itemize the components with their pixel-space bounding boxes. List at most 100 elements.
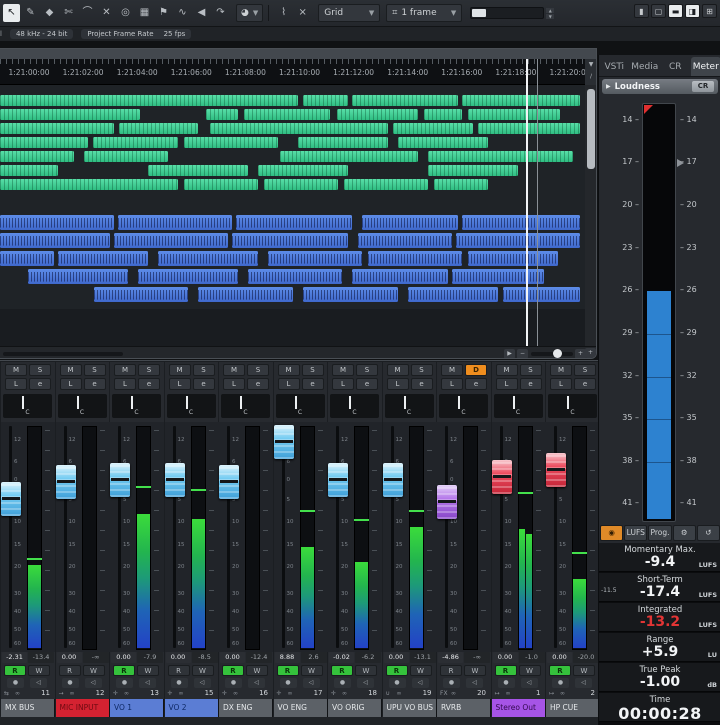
pan-control[interactable]: C (112, 394, 161, 418)
write-automation-button[interactable]: W (246, 665, 268, 676)
zoom-slider-thumb[interactable] (553, 349, 562, 358)
track-event-display[interactable] (0, 85, 585, 346)
midi-clip[interactable] (148, 165, 248, 176)
midi-clip[interactable] (398, 137, 488, 148)
meter-power-button[interactable]: ◉ (600, 525, 624, 541)
gain-value[interactable]: 0.00 (56, 652, 82, 663)
fader-handle[interactable] (437, 485, 457, 519)
audio-clip[interactable] (28, 269, 128, 284)
monitor-button[interactable]: ◁ (193, 678, 211, 688)
record-enable-button[interactable]: ● (225, 678, 242, 688)
edit-channel-button[interactable]: e (410, 378, 433, 390)
fader-track[interactable] (9, 426, 12, 648)
fader-handle[interactable] (382, 463, 403, 497)
read-automation-button[interactable]: R (222, 665, 244, 676)
channel-name[interactable]: MIC INPUT (55, 699, 110, 717)
fader-track[interactable] (172, 426, 176, 648)
edit-channel-button[interactable]: e (574, 378, 596, 390)
midi-clip[interactable] (462, 95, 580, 106)
midi-clip[interactable] (478, 123, 580, 134)
window-zone-left-button[interactable]: ▮ (634, 4, 649, 18)
midi-clip[interactable] (0, 123, 114, 134)
scroll-corner-button[interactable]: + (585, 348, 596, 358)
read-automation-button[interactable]: R (58, 665, 81, 676)
listen-button[interactable]: L (495, 378, 518, 390)
vertical-scrollbar-thumb[interactable] (587, 89, 595, 169)
pan-control[interactable]: C (439, 394, 488, 418)
mute-button[interactable]: M (168, 364, 191, 376)
midi-clip[interactable] (303, 95, 348, 106)
meter-settings-button[interactable]: ⚙ (672, 525, 696, 541)
write-automation-button[interactable]: W (355, 665, 377, 676)
audio-clip[interactable] (456, 233, 580, 248)
record-enable-button[interactable]: ● (7, 678, 24, 688)
audio-clip[interactable] (158, 251, 258, 266)
channel-name[interactable]: HP CUE (546, 699, 600, 717)
mute-button[interactable]: M (59, 364, 82, 376)
channel-name[interactable]: VO 1 (110, 699, 164, 717)
read-automation-button[interactable]: R (549, 665, 571, 676)
monitor-button[interactable]: ◁ (466, 678, 483, 688)
automation-toggle-icon[interactable]: ⌇ (275, 4, 292, 22)
channel-name[interactable]: Stereo Out (491, 699, 546, 717)
gain-value[interactable]: 0.00 (492, 652, 518, 663)
midi-clip[interactable] (244, 109, 330, 120)
edit-channel-button[interactable]: e (83, 378, 106, 390)
record-enable-button[interactable]: ● (61, 678, 79, 688)
zoom-slider[interactable] (531, 349, 573, 358)
audio-clip[interactable] (118, 215, 232, 230)
mute-button[interactable]: M (223, 364, 245, 376)
fader-track[interactable] (445, 426, 448, 648)
write-automation-button[interactable]: W (191, 665, 214, 676)
pan-control[interactable]: C (493, 394, 543, 418)
toolbar-zoom-slider[interactable] (470, 7, 545, 19)
fader-track[interactable] (227, 426, 230, 648)
monitor-button[interactable]: ◁ (30, 678, 47, 688)
pan-control[interactable]: C (330, 394, 379, 418)
midi-clip[interactable] (84, 151, 168, 162)
midi-clip[interactable] (0, 151, 74, 162)
audio-clip[interactable] (352, 269, 448, 284)
fader-handle[interactable] (219, 465, 239, 499)
object-selection-tool-icon[interactable]: ↖ (3, 4, 20, 22)
solo-defeat-button[interactable]: D (465, 364, 487, 376)
edit-channel-button[interactable]: e (301, 378, 324, 390)
horizontal-scrollbar[interactable] (3, 352, 123, 356)
tab-cr[interactable]: CR (660, 57, 691, 76)
audio-clip[interactable] (503, 287, 580, 302)
peak-value[interactable]: -8.5 (191, 652, 218, 663)
write-automation-button[interactable]: W (518, 665, 541, 676)
audio-clip[interactable] (94, 287, 188, 302)
mute-button[interactable]: M (495, 364, 518, 376)
solo-button[interactable]: S (138, 364, 160, 376)
solo-button[interactable]: S (301, 364, 324, 376)
channel-name[interactable]: VO 2 (164, 699, 219, 717)
mute-button[interactable]: M (441, 364, 463, 376)
gain-value[interactable]: 8.88 (274, 652, 300, 663)
audio-clip[interactable] (358, 233, 452, 248)
fader-track[interactable] (336, 426, 339, 648)
edit-channel-button[interactable]: e (192, 378, 215, 390)
meter-reset-button[interactable]: ↺ (696, 525, 720, 541)
snap-icon[interactable]: ⨯ (294, 4, 311, 22)
listen-button[interactable]: L (550, 378, 572, 390)
monitor-button[interactable]: ◁ (84, 678, 102, 688)
record-enable-button[interactable]: ● (388, 678, 406, 688)
zoom-slider-thumb[interactable] (472, 9, 487, 17)
edit-channel-button[interactable]: e (29, 378, 51, 390)
mute-button[interactable]: M (114, 364, 136, 376)
clip-indicator-icon[interactable] (644, 105, 653, 114)
window-zone-lower-button[interactable]: ▢ (651, 4, 666, 18)
mute-button[interactable]: M (550, 364, 572, 376)
edit-channel-button[interactable]: e (138, 378, 160, 390)
audio-clip[interactable] (362, 215, 458, 230)
draw-tool-icon[interactable]: ✎ (22, 4, 39, 22)
audio-clip[interactable] (368, 251, 462, 266)
write-automation-button[interactable]: W (82, 665, 105, 676)
gain-value[interactable]: 0.00 (165, 652, 191, 663)
record-enable-button[interactable]: ● (552, 678, 569, 688)
peak-value[interactable]: -∞ (464, 652, 490, 663)
read-automation-button[interactable]: R (331, 665, 353, 676)
midi-clip[interactable] (258, 165, 348, 176)
listen-button[interactable]: L (114, 378, 136, 390)
